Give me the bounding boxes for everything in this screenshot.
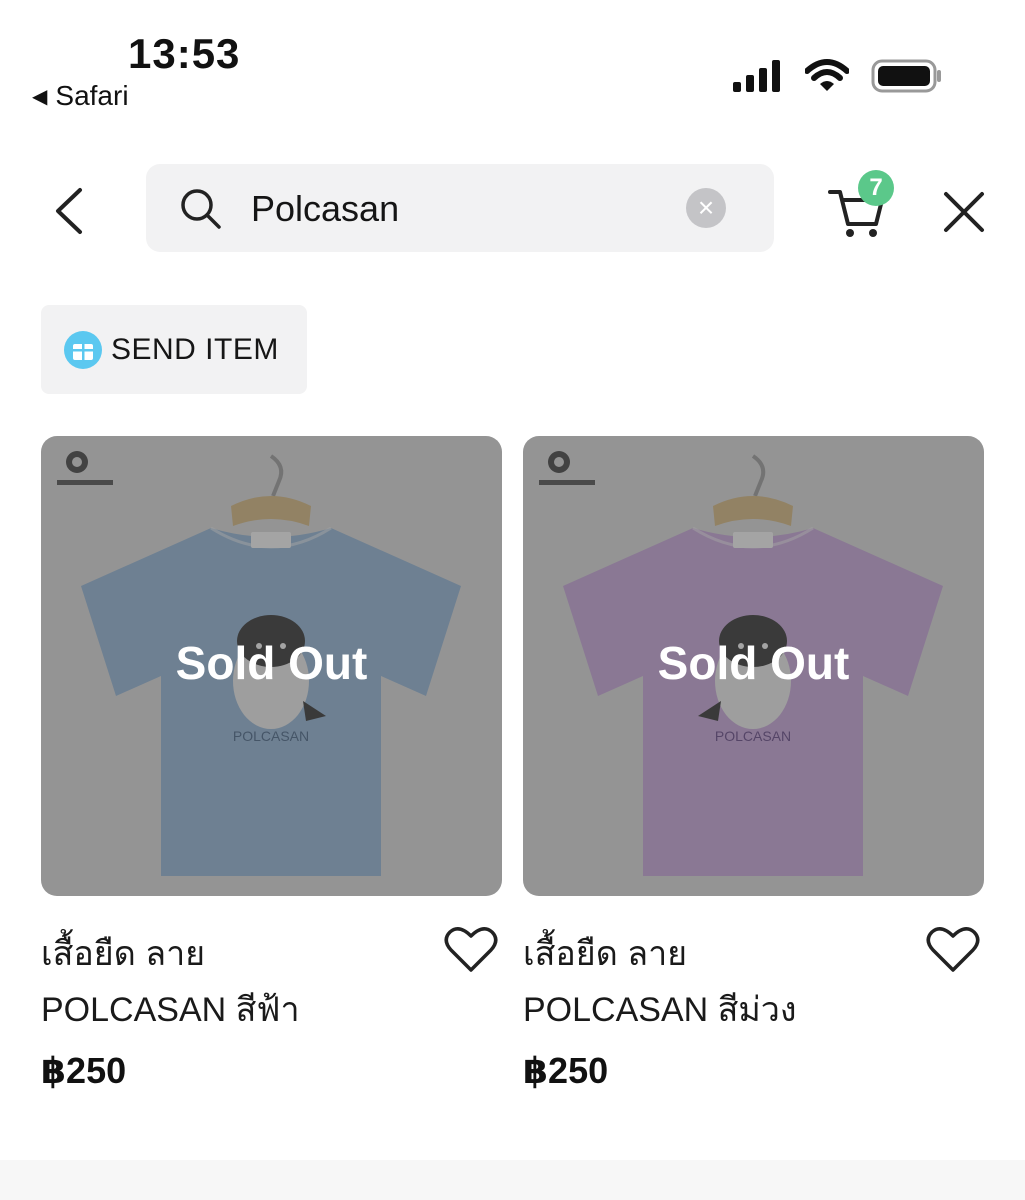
back-to-safari[interactable]: ◀ Safari — [32, 80, 129, 112]
gift-icon — [64, 330, 102, 369]
product-image[interactable]: POLCASAN Sold Out — [41, 436, 502, 896]
product-price: ฿250 — [41, 1050, 127, 1091]
sold-out-label: Sold Out — [657, 637, 850, 689]
product-title-line1: เสื้อยืด ลาย — [523, 935, 688, 973]
product-title[interactable]: เสื้อยืด ลาย POLCASAN สีม่วง — [523, 926, 903, 1038]
product-title-line2: POLCASAN สีฟ้า — [41, 991, 300, 1029]
back-triangle-icon: ◀ — [32, 85, 48, 108]
send-item-label: SEND ITEM — [111, 332, 279, 366]
status-icons — [733, 58, 943, 94]
search-icon — [181, 189, 221, 229]
bottom-bar — [0, 1160, 1025, 1200]
battery-icon — [871, 59, 941, 93]
product-price: ฿250 — [523, 1050, 609, 1091]
product-card[interactable]: POLCASAN Sold Out เสื้อยืด ลาย POLCASAN … — [523, 436, 984, 1092]
signal-icon — [733, 60, 780, 92]
product-title[interactable]: เสื้อยืด ลาย POLCASAN สีฟ้า — [41, 926, 421, 1038]
search-query[interactable]: Polcasan — [251, 188, 399, 230]
back-app-label: Safari — [55, 80, 129, 111]
status-time: 13:53 — [128, 30, 241, 77]
product-title-line1: เสื้อยืด ลาย — [41, 935, 206, 973]
sold-out-label: Sold Out — [175, 637, 368, 689]
close-icon[interactable] — [942, 190, 986, 234]
product-image[interactable]: POLCASAN Sold Out — [523, 436, 984, 896]
favorite-heart-icon[interactable] — [444, 926, 498, 974]
wifi-icon — [805, 59, 849, 91]
cart-count-badge: 7 — [858, 170, 894, 206]
back-chevron-icon[interactable] — [50, 186, 90, 236]
clear-icon[interactable]: × — [686, 188, 726, 228]
send-item-button[interactable]: SEND ITEM — [41, 305, 307, 394]
search-input[interactable]: Polcasan × — [146, 164, 774, 252]
product-card[interactable]: POLCASAN Sold Out เสื้อยืด ลาย POLCASAN … — [41, 436, 502, 1092]
product-title-line2: POLCASAN สีม่วง — [523, 991, 797, 1029]
favorite-heart-icon[interactable] — [926, 926, 980, 974]
